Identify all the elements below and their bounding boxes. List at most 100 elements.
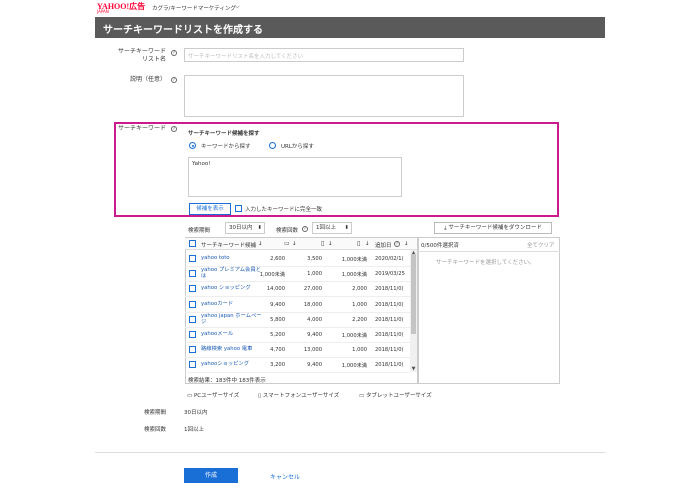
row-date: 2018/11/0( (375, 301, 404, 308)
sort-arrow-icon[interactable]: ↓ (404, 241, 409, 247)
table-row[interactable]: yahoo ショッピング 14,000 27,000 2,000 2018/11/0( (185, 281, 410, 298)
row-sp-volume: 1,000 (307, 271, 322, 278)
list-name-label-line2: リスト名 (141, 56, 166, 63)
clear-all-link[interactable]: 全てクリア (527, 241, 555, 249)
chevron-down-icon[interactable]: ⌵ (235, 3, 240, 11)
table-row[interactable]: yahoo japan ホームページ 5,800 4,000 2,200 2018/11… (185, 312, 410, 328)
create-button[interactable]: 作成 (184, 468, 238, 483)
row-date: 2018/11/0( (375, 332, 404, 338)
footer-divider (95, 452, 605, 453)
legend-sp-label: スマートフォンユーザーサイズ (262, 393, 340, 399)
description-textarea[interactable] (184, 75, 464, 117)
table-scrollbar[interactable]: ▲ ▼ (410, 250, 417, 372)
row-keyword[interactable]: yahooメール (201, 331, 233, 337)
row-checkbox[interactable] (189, 331, 196, 338)
count-filter-label: 検索回数 (276, 228, 299, 234)
download-candidates-button[interactable]: ⤓ サーチキーワード候補をダウンロード (434, 222, 552, 234)
radio-url-mode[interactable] (269, 142, 276, 149)
updown-icon: ⬍ (344, 225, 349, 231)
help-icon[interactable]: ? (171, 50, 177, 56)
row-tab-volume: 1,000未満 (341, 257, 367, 263)
list-name-label-line1: サーチキーワード (117, 48, 166, 55)
radio-keyword-mode[interactable] (189, 142, 196, 149)
show-candidates-button[interactable]: 候補を表示 (189, 203, 231, 215)
candidates-table-header: サーチキーワード候補 ↓ ▭ ↓ ▯ ↓ ▯ ↓ 追加日 ? ↓ (185, 238, 417, 250)
row-checkbox[interactable] (189, 285, 196, 293)
row-date: 2020/02/1( (375, 256, 404, 262)
legend-tab-label: タブレットユーザーサイズ (365, 393, 432, 399)
col-date[interactable]: 追加日 (375, 241, 392, 249)
row-checkbox[interactable] (189, 315, 196, 323)
period-dropdown[interactable]: 30日以内 ⬍ (225, 222, 265, 234)
cancel-link[interactable]: キャンセル (270, 472, 300, 481)
help-icon[interactable]: ? (171, 126, 177, 132)
row-keyword[interactable]: yahoo japan ホームページ (201, 313, 262, 325)
smartphone-icon[interactable]: ▯ (321, 240, 324, 247)
selected-empty-message: サーチキーワードを選択してください。 (436, 260, 535, 266)
row-keyword[interactable]: 路線検索 yahoo 電車 (201, 346, 252, 352)
tablet-icon[interactable]: ▯ (357, 240, 360, 247)
row-tab-volume: 1,000未満 (341, 272, 367, 279)
sort-arrow-icon[interactable]: ↓ (365, 241, 370, 247)
row-date: 2019/03/25 (375, 271, 405, 278)
account-switcher[interactable]: カグラ/キーワードマーケティング (152, 4, 236, 12)
row-date: 2018/11/0( (375, 347, 404, 354)
sort-arrow-icon[interactable]: ↓ (258, 241, 263, 247)
keyword-label: サーチキーワード (117, 125, 166, 132)
row-sp-volume: 9,400 (307, 362, 322, 369)
finder-heading: サーチキーワード候補を探す (188, 131, 260, 137)
list-name-input[interactable]: サーチキーワードリスト名を入力してください (184, 48, 464, 62)
table-row[interactable]: yahooカード 9,400 18,000 1,000 2018/11/0( (185, 297, 410, 313)
row-pc-volume: 2,600 (270, 256, 285, 262)
table-row[interactable]: yahooメール 5,200 9,400 1,000未満 2018/11/0( (185, 327, 410, 343)
row-pc-volume: 5,200 (270, 332, 285, 338)
scrollbar-thumb[interactable] (411, 254, 416, 334)
selected-divider (418, 251, 560, 252)
legend-pc: ▭ PCユーザーサイズ (187, 391, 239, 399)
col-keyword[interactable]: サーチキーワード候補 (201, 241, 256, 249)
row-tab-volume: 2,000 (352, 286, 367, 293)
row-checkbox[interactable] (189, 346, 196, 354)
row-pc-volume: 3,200 (270, 362, 285, 369)
row-keyword[interactable]: yahoo toto (201, 255, 230, 261)
row-keyword[interactable]: yahooカード (201, 301, 233, 307)
help-icon[interactable]: ? (171, 77, 177, 83)
row-sp-volume: 9,400 (307, 332, 322, 338)
row-pc-volume: 9,400 (270, 301, 285, 308)
result-count: 検索結果：183件中 183件表示 (188, 378, 266, 384)
row-checkbox[interactable] (189, 361, 196, 369)
row-pc-volume: 4,700 (270, 347, 285, 354)
legend-tab: ▭ タブレットユーザーサイズ (359, 391, 432, 399)
row-sp-volume: 13,000 (303, 347, 322, 354)
table-row[interactable]: yahoo toto 2,600 3,500 1,000未満 2020/02/1( (185, 251, 410, 267)
help-icon[interactable]: ? (302, 226, 308, 232)
table-row[interactable]: 路線検索 yahoo 電車 4,700 13,000 1,000 2018/11/0( (185, 342, 410, 359)
exact-match-checkbox[interactable] (235, 205, 242, 212)
row-sp-volume: 3,500 (307, 256, 322, 262)
row-pc-volume: 5,800 (270, 316, 285, 323)
row-keyword[interactable]: yahoo ショッピング (201, 285, 251, 291)
row-checkbox[interactable] (189, 270, 196, 278)
table-row[interactable]: yahooショッピング 3,200 9,400 1,000未満 2018/11/0( (185, 357, 410, 374)
summary-period-value: 30日以内 (184, 410, 208, 416)
row-keyword[interactable]: yahooショッピング (201, 361, 249, 367)
yahoo-logo[interactable]: YAHOO!広告 JAPAN (97, 3, 145, 14)
row-tab-volume: 2,200 (352, 316, 367, 323)
sort-arrow-icon[interactable]: ↓ (292, 241, 297, 247)
top-bar: YAHOO!広告 JAPAN カグラ/キーワードマーケティング ⌵ (95, 0, 605, 17)
legend-pc-label: PCユーザーサイズ (193, 393, 240, 399)
sort-arrow-icon[interactable]: ↓ (328, 241, 333, 247)
row-checkbox[interactable] (189, 300, 196, 308)
scroll-down-icon[interactable]: ▼ (410, 366, 417, 372)
help-icon[interactable]: ? (394, 241, 400, 247)
row-date: 2018/11/0( (375, 286, 404, 293)
row-checkbox[interactable] (189, 255, 196, 262)
keyword-query-textarea[interactable]: Yahoo! (188, 157, 402, 197)
pc-icon[interactable]: ▭ (284, 240, 290, 247)
count-dropdown[interactable]: 1回以上 ⬍ (312, 222, 352, 234)
period-filter-label: 検索期間 (188, 228, 211, 234)
table-row[interactable]: yahoo プレミアム会員とは 1,000未満 1,000 1,000未満 2019/0… (185, 266, 410, 283)
row-tab-volume: 1,000未満 (341, 333, 367, 339)
row-keyword[interactable]: yahoo プレミアム会員とは (201, 267, 261, 279)
select-all-checkbox[interactable] (189, 240, 196, 247)
